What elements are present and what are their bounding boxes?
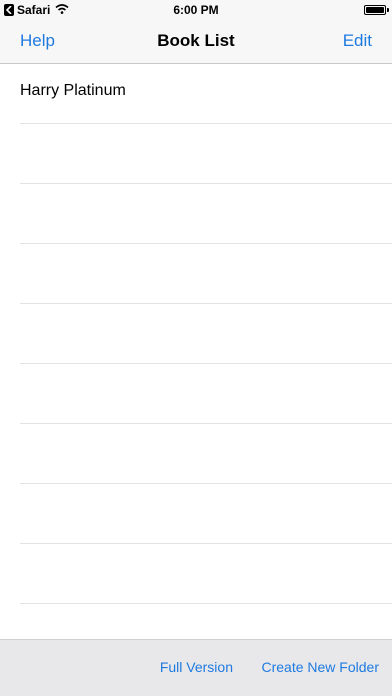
- full-version-button[interactable]: Full Version: [160, 659, 233, 675]
- navigation-bar: Help Book List Edit: [0, 20, 392, 64]
- list-item[interactable]: [20, 484, 392, 544]
- status-bar: Safari 6:00 PM: [0, 0, 392, 20]
- list-item[interactable]: [20, 424, 392, 484]
- battery-tip: [387, 8, 389, 12]
- list-item[interactable]: [20, 184, 392, 244]
- list-item[interactable]: [20, 304, 392, 364]
- status-time: 6:00 PM: [173, 3, 219, 17]
- book-list: Harry Platinum: [0, 64, 392, 664]
- list-item[interactable]: [20, 244, 392, 304]
- battery-icon: [364, 5, 386, 15]
- bottom-toolbar: Full Version Create New Folder: [0, 639, 392, 696]
- page-title: Book List: [157, 31, 235, 50]
- list-item[interactable]: [20, 364, 392, 424]
- create-new-folder-button[interactable]: Create New Folder: [262, 659, 380, 675]
- edit-button[interactable]: Edit: [343, 31, 372, 51]
- list-item[interactable]: [20, 544, 392, 604]
- list-item-label: Harry Platinum: [20, 82, 126, 99]
- list-item[interactable]: [20, 124, 392, 184]
- screen: Safari 6:00 PM Help Book List Edit Harry…: [0, 0, 392, 696]
- list-item[interactable]: Harry Platinum: [20, 64, 392, 124]
